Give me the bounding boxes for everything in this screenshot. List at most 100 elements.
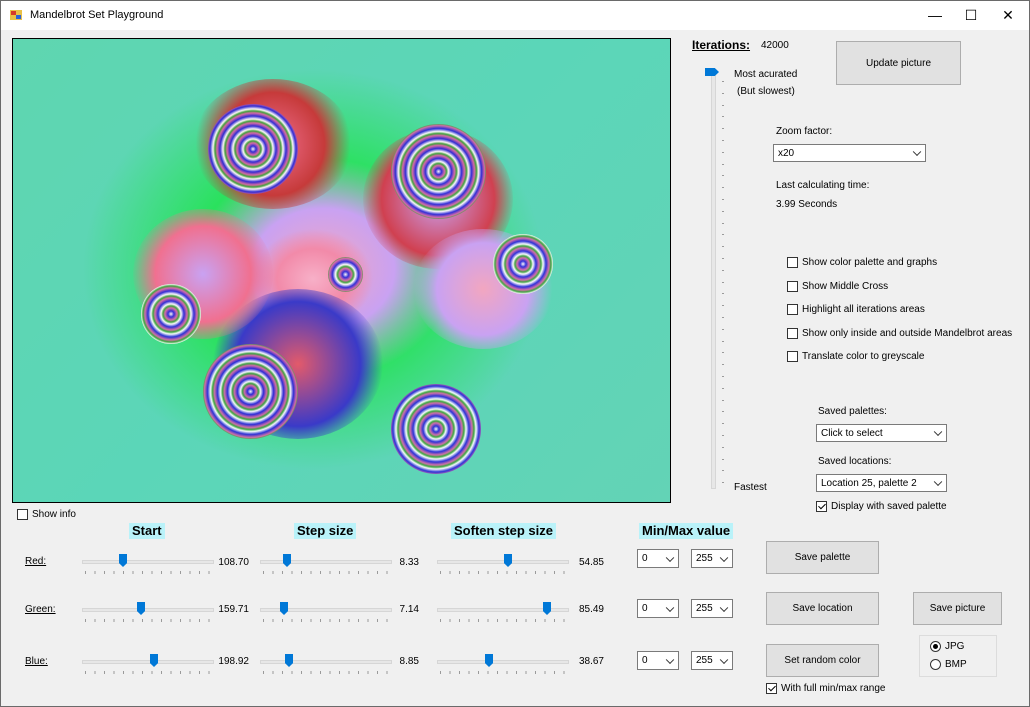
jpg-radio[interactable] xyxy=(930,641,941,652)
row-label-red: Red: xyxy=(25,556,47,567)
chevron-down-icon xyxy=(665,603,675,612)
random-color-button[interactable]: Set random color xyxy=(766,644,879,677)
update-picture-button[interactable]: Update picture xyxy=(836,41,961,85)
slider-tick xyxy=(722,388,724,389)
slider-tick xyxy=(722,317,724,318)
blue-soften-value: 38.67 xyxy=(578,656,604,667)
green-start-thumb[interactable] xyxy=(137,602,145,615)
red-step-thumb[interactable] xyxy=(283,554,291,567)
green-soften-ticks xyxy=(440,619,566,622)
spiral-right xyxy=(493,234,553,294)
blue-soften-slider[interactable] xyxy=(437,660,569,664)
slider-tick xyxy=(722,140,724,141)
red-step-value: 8.33 xyxy=(399,557,419,568)
iterations-slider-track[interactable] xyxy=(711,73,716,489)
green-min-value: 0 xyxy=(642,603,648,614)
saved-palettes-select[interactable]: Click to select xyxy=(816,424,947,442)
show-middle-cross-checkbox[interactable] xyxy=(787,281,798,292)
slider-tick xyxy=(722,187,724,188)
slider-tick xyxy=(722,93,724,94)
green-start-slider[interactable] xyxy=(82,608,214,612)
spiral-center xyxy=(328,257,363,292)
save-picture-button[interactable]: Save picture xyxy=(913,592,1002,625)
red-soften-value: 54.85 xyxy=(578,557,604,568)
slider-tick xyxy=(722,411,724,412)
chevron-down-icon xyxy=(912,147,922,157)
bmp-label[interactable]: BMP xyxy=(945,659,967,670)
green-step-ticks xyxy=(263,619,389,622)
zoom-factor-value: x20 xyxy=(778,147,795,159)
minimize-button[interactable]: — xyxy=(916,1,954,30)
full-range-label[interactable]: With full min/max range xyxy=(781,683,885,694)
red-soften-thumb[interactable] xyxy=(504,554,512,567)
greyscale-label[interactable]: Translate color to greyscale xyxy=(802,351,924,362)
maximize-button[interactable]: ☐ xyxy=(952,1,990,30)
blue-max-value: 255 xyxy=(696,655,713,666)
green-soften-thumb[interactable] xyxy=(543,602,551,615)
slider-tick xyxy=(722,376,724,377)
saved-locations-select[interactable]: Location 25, palette 2 xyxy=(816,474,947,492)
green-min-select[interactable]: 0 xyxy=(637,599,679,618)
saved-locations-value: Location 25, palette 2 xyxy=(821,477,917,489)
slider-tick xyxy=(722,81,724,82)
blue-start-thumb[interactable] xyxy=(150,654,158,667)
spiral-bottom-right xyxy=(391,384,481,474)
show-info-checkbox[interactable] xyxy=(17,509,28,520)
blue-max-select[interactable]: 255 xyxy=(691,651,733,670)
full-range-checkbox[interactable] xyxy=(766,683,777,694)
bmp-radio[interactable] xyxy=(930,659,941,670)
highlight-iterations-label[interactable]: Highlight all iterations areas xyxy=(802,304,925,315)
inside-outside-label[interactable]: Show only inside and outside Mandelbrot … xyxy=(802,328,1012,339)
highlight-iterations-checkbox[interactable] xyxy=(787,304,798,315)
display-saved-palette-checkbox[interactable] xyxy=(816,501,827,512)
blue-soften-ticks xyxy=(440,671,566,674)
red-min-select[interactable]: 0 xyxy=(637,549,679,568)
slider-tick xyxy=(722,459,724,460)
blue-start-slider[interactable] xyxy=(82,660,214,664)
slider-tick xyxy=(722,341,724,342)
mandelbrot-picture[interactable] xyxy=(12,38,671,503)
green-start-ticks xyxy=(85,619,211,622)
red-max-select[interactable]: 255 xyxy=(691,549,733,568)
calc-time-value: 3.99 Seconds xyxy=(776,199,838,210)
iterations-slider-thumb[interactable] xyxy=(705,68,719,76)
zoom-factor-select[interactable]: x20 xyxy=(773,144,926,162)
show-palette-label[interactable]: Show color palette and graphs xyxy=(802,257,937,268)
header-soften-step-size: Soften step size xyxy=(451,523,556,539)
show-palette-checkbox[interactable] xyxy=(787,257,798,268)
green-max-select[interactable]: 255 xyxy=(691,599,733,618)
slider-tick xyxy=(722,258,724,259)
blue-step-thumb[interactable] xyxy=(285,654,293,667)
close-button[interactable]: ✕ xyxy=(989,1,1027,30)
green-step-value: 7.14 xyxy=(399,604,419,615)
blue-start-value: 198.92 xyxy=(218,656,249,667)
show-middle-cross-label[interactable]: Show Middle Cross xyxy=(802,281,888,292)
save-palette-button[interactable]: Save palette xyxy=(766,541,879,574)
show-info-label[interactable]: Show info xyxy=(32,509,76,520)
jpg-label[interactable]: JPG xyxy=(945,641,964,652)
red-start-value: 108.70 xyxy=(218,557,249,568)
red-start-slider[interactable] xyxy=(82,560,214,564)
red-min-value: 0 xyxy=(642,553,648,564)
slider-tick xyxy=(722,423,724,424)
green-step-thumb[interactable] xyxy=(280,602,288,615)
header-min-max-value: Min/Max value xyxy=(639,523,734,539)
zoom-factor-label: Zoom factor: xyxy=(776,126,833,137)
inside-outside-checkbox[interactable] xyxy=(787,328,798,339)
slider-tick xyxy=(722,293,724,294)
blue-step-ticks xyxy=(263,671,389,674)
slider-tick xyxy=(722,352,724,353)
slider-tick xyxy=(722,105,724,106)
display-saved-palette-label[interactable]: Display with saved palette xyxy=(831,501,947,512)
spiral-left xyxy=(141,284,201,344)
slider-most-sublabel: (But slowest) xyxy=(737,86,795,97)
red-start-thumb[interactable] xyxy=(119,554,127,567)
green-soften-value: 85.49 xyxy=(578,604,604,615)
calc-time-label: Last calculating time: xyxy=(776,180,870,191)
red-soften-slider[interactable] xyxy=(437,560,569,564)
greyscale-checkbox[interactable] xyxy=(787,351,798,362)
header-step-size: Step size xyxy=(294,523,357,539)
blue-min-select[interactable]: 0 xyxy=(637,651,679,670)
blue-soften-thumb[interactable] xyxy=(485,654,493,667)
save-location-button[interactable]: Save location xyxy=(766,592,879,625)
